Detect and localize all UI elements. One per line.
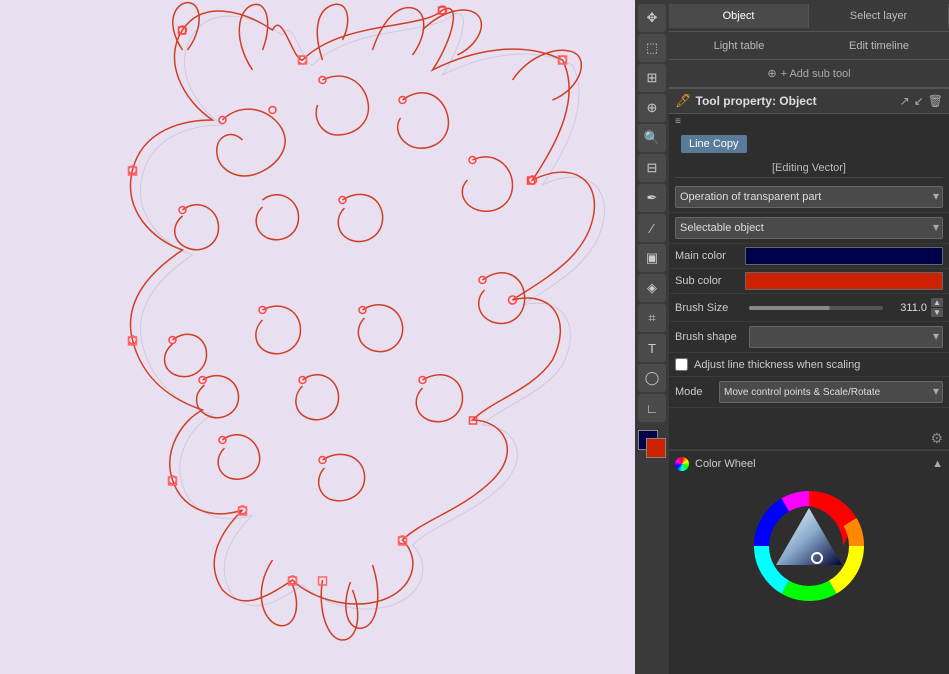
fill-btn[interactable]: ▣: [638, 244, 666, 272]
canvas-area[interactable]: [0, 0, 635, 674]
top-bar: Object Select layer Light table Edit tim…: [669, 0, 949, 89]
layer-btn[interactable]: ⊞: [638, 64, 666, 92]
mode-label: Mode: [675, 386, 715, 398]
operation-select-wrapper[interactable]: Operation of transparent part: [675, 186, 943, 208]
camera-btn[interactable]: ⊕: [638, 94, 666, 122]
adjust-line-row: Adjust line thickness when scaling: [669, 353, 949, 377]
color-wheel-svg[interactable]: [744, 481, 874, 611]
text-btn[interactable]: T: [638, 334, 666, 362]
spacer: [669, 408, 949, 428]
collapse-dot: ≡: [675, 116, 681, 127]
line-copy-tab-area: Line Copy: [669, 129, 949, 159]
main-color-row: Main color: [669, 244, 949, 269]
brush-size-row: Brush Size 311.0 ▲ ▼: [669, 294, 949, 322]
brush-size-down[interactable]: ▼: [931, 308, 943, 317]
mode-select-wrap[interactable]: Move control points & Scale/Rotate: [719, 381, 943, 403]
page-tool-btn[interactable]: ⬚: [638, 34, 666, 62]
color-wheel-icon: [675, 457, 689, 471]
main-color-swatch[interactable]: [745, 247, 943, 265]
header-icons: ↗ ↙ 🗑: [900, 94, 943, 108]
main-tab-row: Object Select layer: [669, 0, 949, 32]
settings-row: ⚙: [669, 428, 949, 450]
property-header: 🖊 Tool property: Object ↗ ↙ 🗑: [669, 89, 949, 114]
tab-select-layer[interactable]: Select layer: [809, 4, 949, 28]
selectable-object-wrapper[interactable]: Selectable object: [675, 217, 943, 239]
settings-icon[interactable]: ⚙: [930, 430, 943, 447]
grid-btn[interactable]: ⊟: [638, 154, 666, 182]
main-color-label: Main color: [675, 250, 745, 262]
sub-color-swatch[interactable]: [745, 272, 943, 290]
brush-shape-row: Brush shape: [669, 322, 949, 353]
export-icon[interactable]: ↗: [900, 94, 910, 108]
selectable-object-select[interactable]: Selectable object: [675, 217, 943, 239]
pen-btn[interactable]: ✒: [638, 184, 666, 212]
brush-size-value: 311.0: [887, 302, 927, 314]
tab-object[interactable]: Object: [669, 4, 809, 28]
color-wheel-section: Color Wheel ▲: [669, 450, 949, 621]
brush-size-up[interactable]: ▲: [931, 298, 943, 307]
sub-tab-row: Light table Edit timeline: [669, 32, 949, 60]
line-copy-tab[interactable]: Line Copy: [681, 135, 747, 153]
tab-edit-timeline[interactable]: Edit timeline: [809, 36, 949, 56]
color-wheel-expand-icon[interactable]: ▲: [932, 458, 943, 470]
brush-spinners: ▲ ▼: [931, 298, 943, 317]
brush-shape-wrapper[interactable]: [749, 326, 943, 348]
color-wheel-container: [675, 477, 943, 615]
import-icon[interactable]: ↙: [914, 94, 924, 108]
move-tool-btn[interactable]: ✥: [638, 4, 666, 32]
tab-light-table[interactable]: Light table: [669, 36, 809, 56]
plus-icon: ⊕: [767, 67, 776, 80]
zoom-btn[interactable]: 🔍: [638, 124, 666, 152]
right-panel: Object Select layer Light table Edit tim…: [669, 0, 949, 674]
brush-btn[interactable]: ∕: [638, 214, 666, 242]
adjust-line-label: Adjust line thickness when scaling: [694, 359, 860, 371]
mode-row: Mode Move control points & Scale/Rotate: [669, 377, 949, 408]
gradient-btn[interactable]: ◈: [638, 274, 666, 302]
section-collapse-bar: ≡: [669, 114, 949, 129]
brush-shape-label: Brush shape: [675, 331, 745, 343]
adjust-line-checkbox[interactable]: [675, 358, 688, 371]
sub-color-box[interactable]: [646, 438, 666, 458]
selectable-object-row: Selectable object: [669, 213, 949, 244]
delete-icon[interactable]: 🗑: [928, 94, 943, 108]
lasso-btn[interactable]: ◯: [638, 364, 666, 392]
property-icon: 🖊: [675, 93, 692, 109]
mode-select[interactable]: Move control points & Scale/Rotate: [719, 381, 943, 403]
brush-size-slider[interactable]: [749, 306, 883, 310]
ruler-btn[interactable]: ∟: [638, 394, 666, 422]
sub-color-row: Sub color: [669, 269, 949, 294]
color-wheel-title: Color Wheel: [695, 458, 756, 470]
property-title: Tool property: Object: [696, 94, 817, 108]
sub-color-label: Sub color: [675, 275, 745, 287]
color-wheel-header: Color Wheel ▲: [675, 457, 943, 471]
brush-shape-select[interactable]: [749, 326, 943, 348]
editing-vector-label: [Editing Vector]: [675, 159, 943, 178]
brush-slider-wrap: 311.0 ▲ ▼: [749, 298, 943, 317]
tool-property-panel: 🖊 Tool property: Object ↗ ↙ 🗑 ≡ Line Cop…: [669, 89, 949, 674]
vector-btn[interactable]: ⌗: [638, 304, 666, 332]
operation-row: Operation of transparent part: [669, 182, 949, 213]
left-toolbar: ✥ ⬚ ⊞ ⊕ 🔍 ⊟ ✒ ∕ ▣ ◈ ⌗ T ◯ ∟: [635, 0, 669, 674]
brush-size-label: Brush Size: [675, 302, 745, 314]
add-sub-tool-btn[interactable]: ⊕ + Add sub tool: [669, 60, 949, 88]
operation-select[interactable]: Operation of transparent part: [675, 186, 943, 208]
